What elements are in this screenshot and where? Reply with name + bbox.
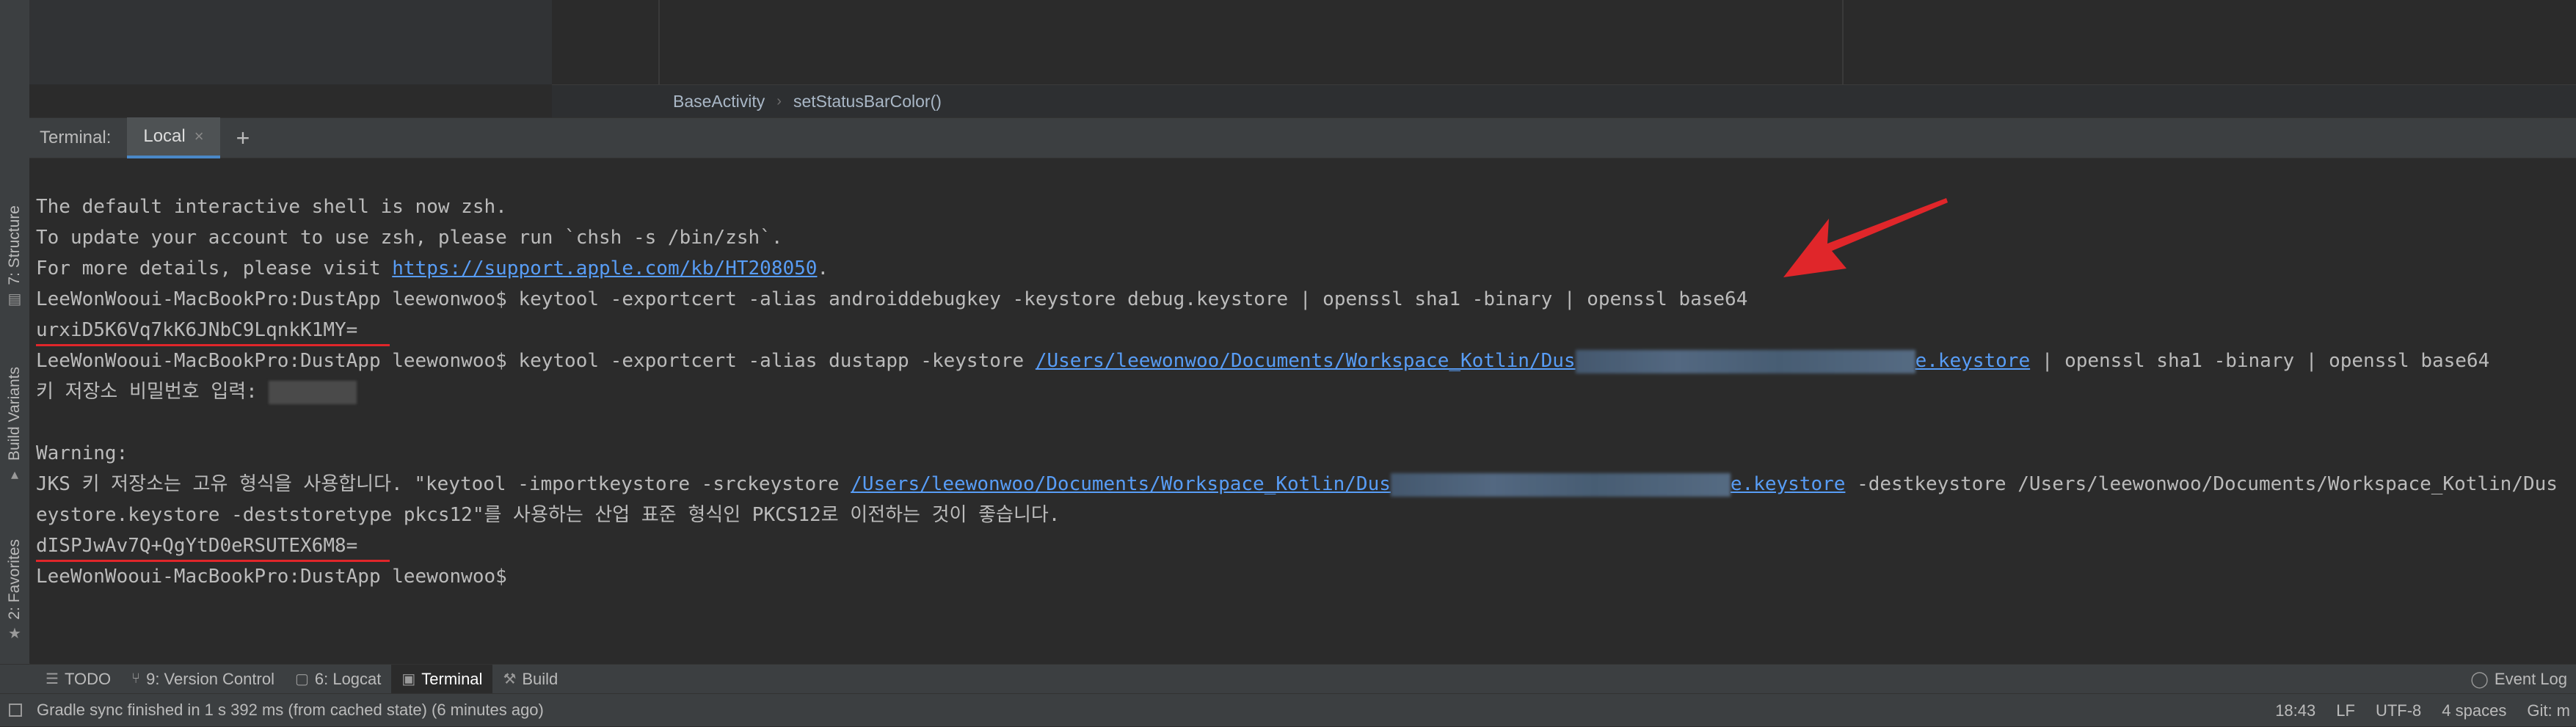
terminal-line: JKS 키 저장소는 고유 형식을 사용합니다. "keytool -impor… [36, 469, 2558, 500]
src-keystore-link[interactable]: /Users/leewonwoo/Documents/Workspace_Kot… [851, 472, 1846, 497]
src-keystore-path-start: /Users/leewonwoo/Documents/Workspace_Kot… [851, 473, 1391, 495]
terminal-header: Terminal: Local × + [29, 117, 2576, 158]
build-variants-icon: ▴ [10, 467, 19, 483]
event-log-button[interactable]: ◯ Event Log [2470, 665, 2567, 694]
terminal-text: 키 저장소 비밀번호 입력: [36, 381, 269, 403]
terminal-line: The default interactive shell is now zsh… [36, 196, 507, 218]
speech-bubble-icon: ◯ [2470, 670, 2489, 688]
tab-build[interactable]: ⚒ Build [492, 665, 568, 694]
tab-version-control-label: 9: Version Control [146, 669, 274, 688]
terminal-line: LeeWonWooui-MacBookPro:DustApp leewonwoo… [36, 346, 2489, 376]
left-tool-strip: 7: Structure ▤ Build Variants ▴ 2: Favor… [0, 0, 30, 664]
star-icon: ★ [8, 625, 21, 642]
status-bar: Gradle sync finished in 1 s 392 ms (from… [0, 693, 2576, 726]
toggle-tool-windows-icon[interactable] [9, 704, 22, 717]
bottom-tool-bar: ☰ TODO ⑂ 9: Version Control ▢ 6: Logcat … [0, 664, 2576, 694]
tab-todo-label: TODO [64, 669, 112, 688]
editor-divider [658, 0, 660, 84]
file-encoding[interactable]: UTF-8 [2376, 701, 2421, 720]
redacted-password [269, 380, 357, 404]
close-icon[interactable]: × [194, 127, 204, 146]
logcat-icon: ▢ [294, 671, 309, 687]
terminal-line: Warning: [36, 442, 128, 464]
structure-tool-tab[interactable]: 7: Structure ▤ [4, 205, 25, 308]
keystore-path-link[interactable]: /Users/leewonwoo/Documents/Workspace_Kot… [1035, 349, 2031, 373]
terminal-text: -destkeystore /Users/leewonwoo/Documents… [1845, 473, 2558, 495]
terminal-output[interactable]: The default interactive shell is now zsh… [29, 158, 2576, 663]
build-variants-tab-label: Build Variants [6, 367, 23, 461]
breadcrumb-item-method[interactable]: setStatusBarColor() [793, 92, 942, 112]
tab-local-label: Local [143, 126, 186, 146]
terminal-line-hash-debug: urxiD5K6Vq7kK6JNbC9LqnkK1MY= [36, 319, 358, 341]
git-branch[interactable]: Git: m [2527, 701, 2570, 720]
terminal-line: 키 저장소 비밀번호 입력: [36, 376, 357, 407]
caret-position[interactable]: 18:43 [2275, 701, 2315, 720]
editor-area: BaseActivity › setStatusBarColor() [29, 0, 2576, 117]
tab-todo[interactable]: ☰ TODO [35, 665, 121, 694]
list-icon: ☰ [46, 671, 59, 687]
structure-icon: ▤ [7, 291, 22, 307]
breadcrumb-item-class[interactable]: BaseActivity [673, 92, 765, 112]
structure-tab-label: 7: Structure [6, 205, 23, 285]
tab-logcat[interactable]: ▢ 6: Logcat [285, 665, 391, 694]
support-link[interactable]: https://support.apple.com/kb/HT208050 [392, 257, 817, 280]
redacted-blur [1390, 472, 1731, 497]
red-arrow-annotation [1783, 198, 1948, 277]
tab-build-label: Build [522, 669, 559, 688]
terminal-line: For more details, please visit https://s… [36, 253, 829, 284]
breadcrumb-separator-icon: › [776, 92, 782, 109]
terminal-title: Terminal: [40, 128, 112, 147]
terminal-line: LeeWonWooui-MacBookPro:DustApp leewonwoo… [36, 288, 1748, 310]
terminal-text: For more details, please visit [36, 257, 393, 280]
build-variants-tool-tab[interactable]: Build Variants ▴ [4, 367, 25, 483]
terminal-text: . [817, 257, 829, 280]
branch-icon: ⑂ [131, 671, 141, 687]
terminal-text: LeeWonWooui-MacBookPro:DustApp leewonwoo… [36, 350, 1036, 372]
tab-local[interactable]: Local × [127, 117, 220, 158]
status-right-group: 18:43 LF UTF-8 4 spaces Git: m [2255, 694, 2570, 727]
keystore-path-start: /Users/leewonwoo/Documents/Workspace_Kot… [1035, 350, 1576, 372]
terminal-line: eystore.keystore -deststoretype pkcs12"를… [36, 504, 1060, 526]
add-tab-button[interactable]: + [236, 125, 250, 152]
tab-terminal-label: Terminal [421, 669, 483, 688]
terminal-text: JKS 키 저장소는 고유 형식을 사용합니다. "keytool -impor… [36, 473, 851, 495]
event-log-label: Event Log [2494, 670, 2567, 688]
terminal-line-hash-release: dISPJwAv7Q+QgYtD0eRSUTEX6M8= [36, 535, 358, 557]
status-message[interactable]: Gradle sync finished in 1 s 392 ms (from… [37, 701, 544, 720]
favorites-tab-label: 2: Favorites [6, 539, 23, 620]
favorites-tool-tab[interactable]: 2: Favorites ★ [4, 539, 25, 643]
indent-setting[interactable]: 4 spaces [2442, 701, 2506, 720]
tab-logcat-label: 6: Logcat [314, 669, 382, 688]
hammer-icon: ⚒ [503, 671, 517, 687]
tab-version-control[interactable]: ⑂ 9: Version Control [121, 665, 285, 694]
terminal-prompt: LeeWonWooui-MacBookPro:DustApp leewonwoo… [36, 566, 519, 588]
tab-terminal[interactable]: ▣ Terminal [391, 664, 493, 694]
line-separator[interactable]: LF [2336, 701, 2355, 720]
redacted-blur [1575, 349, 1915, 373]
breadcrumb: BaseActivity › setStatusBarColor() [552, 84, 2576, 117]
terminal-icon: ▣ [401, 671, 416, 687]
editor-gutter [29, 0, 552, 84]
terminal-line: To update your account to use zsh, pleas… [36, 227, 783, 249]
src-keystore-path-end: e.keystore [1730, 473, 1846, 495]
terminal-text: | openssl sha1 -binary | openssl base64 [2030, 350, 2490, 372]
keystore-path-end: e.keystore [1915, 350, 2031, 372]
editor-divider [1842, 0, 1844, 84]
